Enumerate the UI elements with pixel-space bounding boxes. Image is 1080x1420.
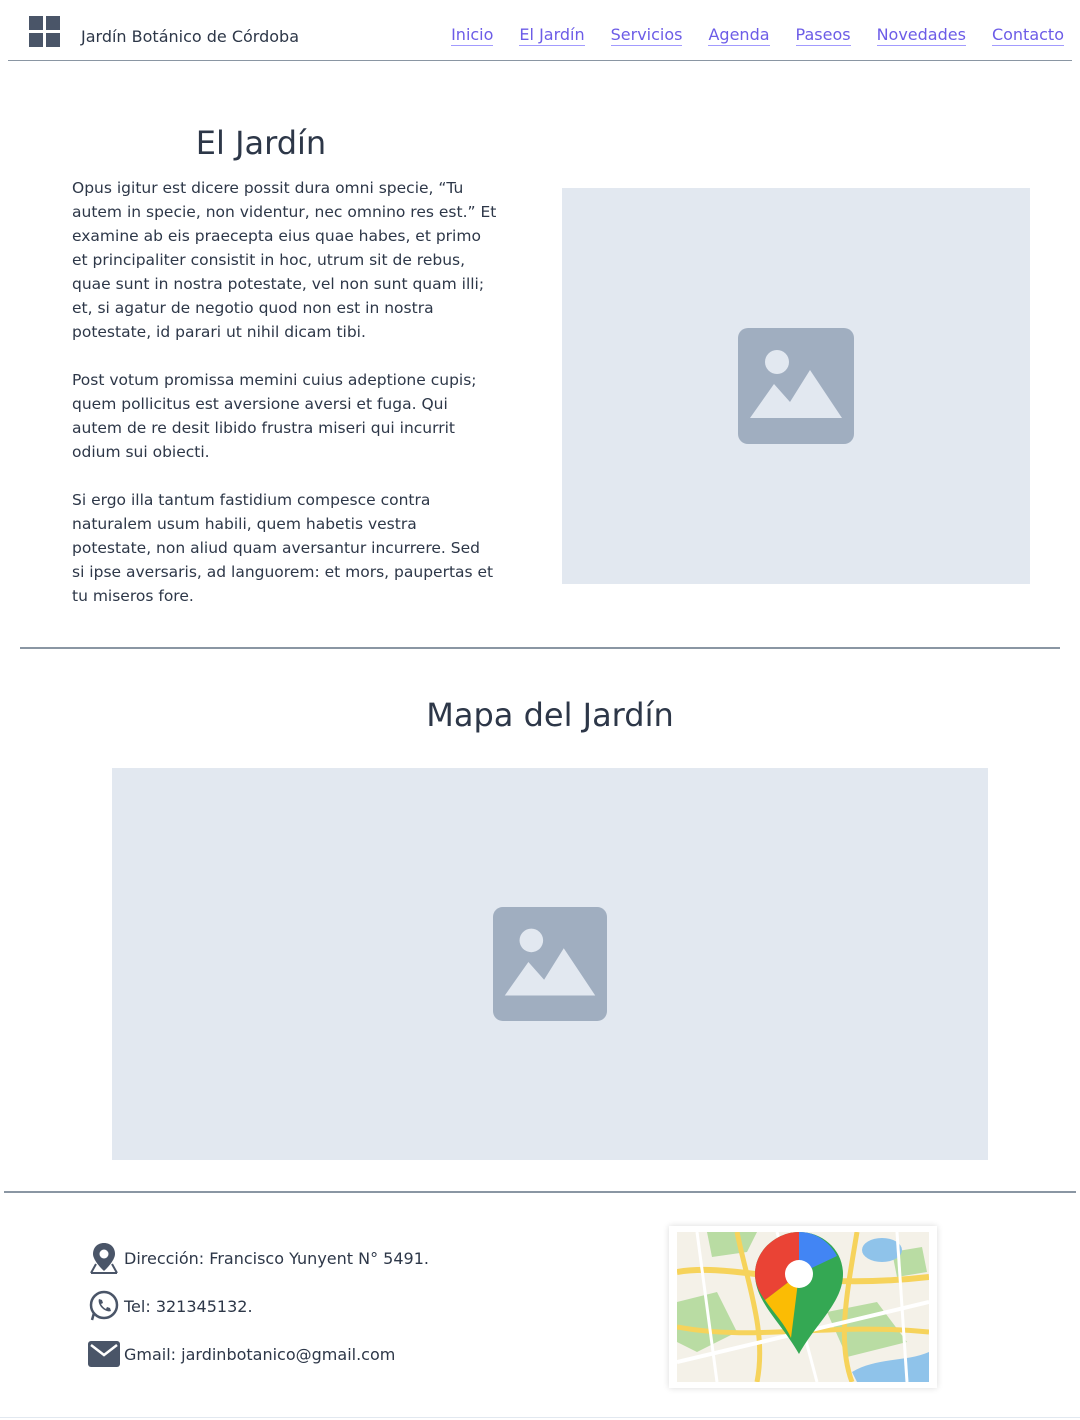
contact-email: Gmail: jardinbotanico@gmail.com xyxy=(88,1338,395,1370)
nav-link-agenda[interactable]: Agenda xyxy=(708,25,770,46)
page-bottom-border xyxy=(0,1417,1080,1418)
nav-link-servicios[interactable]: Servicios xyxy=(610,25,683,46)
garden-paragraph: Opus igitur est dicere possit dura omni … xyxy=(72,179,497,341)
main-nav: Inicio El Jardín Servicios Agenda Paseos… xyxy=(451,25,1064,46)
site-title: Jardín Botánico de Córdoba xyxy=(81,27,299,46)
image-placeholder-icon xyxy=(738,328,854,444)
garden-description: Opus igitur est dicere possit dura omni … xyxy=(72,176,497,632)
site-header: Jardín Botánico de Córdoba Inicio El Jar… xyxy=(8,0,1072,61)
garden-section-title: El Jardín xyxy=(195,124,327,162)
footer-divider xyxy=(4,1191,1076,1193)
map-image-placeholder xyxy=(112,768,988,1160)
contact-address: Dirección: Francisco Yunyent N° 5491. xyxy=(88,1242,429,1274)
garden-paragraph: Si ergo illa tantum fastidium compesce c… xyxy=(72,491,494,605)
nav-link-inicio[interactable]: Inicio xyxy=(451,25,494,46)
nav-link-novedades[interactable]: Novedades xyxy=(876,25,966,46)
nav-link-paseos[interactable]: Paseos xyxy=(795,25,851,46)
phone-text: Tel: 321345132. xyxy=(124,1296,253,1316)
google-maps-thumbnail[interactable] xyxy=(669,1226,937,1388)
google-maps-icon xyxy=(677,1232,929,1382)
address-text: Dirección: Francisco Yunyent N° 5491. xyxy=(124,1248,429,1268)
location-pin-icon xyxy=(88,1242,120,1274)
whatsapp-icon[interactable] xyxy=(88,1290,120,1322)
garden-paragraph: Post votum promissa memini cuius adeptio… xyxy=(72,371,477,461)
garden-image-placeholder xyxy=(562,188,1030,584)
nav-link-contacto[interactable]: Contacto xyxy=(991,25,1064,46)
grid-logo-icon[interactable] xyxy=(29,16,60,47)
image-placeholder-icon xyxy=(493,907,607,1021)
email-text: Gmail: jardinbotanico@gmail.com xyxy=(124,1344,396,1364)
mail-icon[interactable] xyxy=(88,1338,120,1370)
section-divider xyxy=(20,647,1060,649)
contact-phone: Tel: 321345132. xyxy=(88,1290,253,1322)
nav-link-el-jardin[interactable]: El Jardín xyxy=(519,25,585,46)
map-section-title: Mapa del Jardín xyxy=(426,696,674,734)
